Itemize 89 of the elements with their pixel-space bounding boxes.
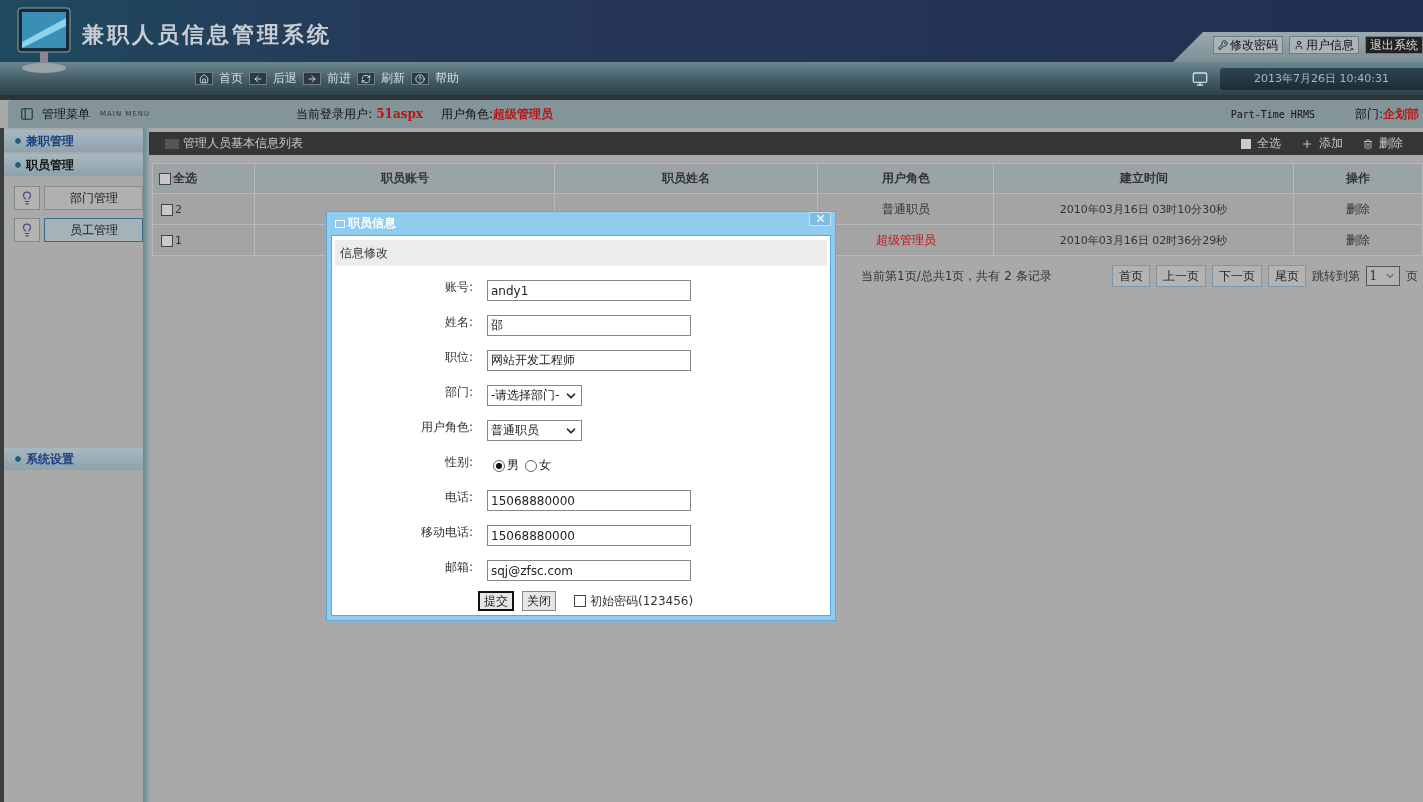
- delete-link[interactable]: 删除: [1293, 193, 1423, 225]
- header-link[interactable]: 修改密码: [1213, 36, 1283, 54]
- list-title: 管理人员基本信息列表: [183, 135, 303, 152]
- reset-password-checkbox[interactable]: 初始密码(123456): [574, 592, 694, 610]
- field-label: 用户角色:: [419, 419, 474, 436]
- nav-link[interactable]: 首页: [195, 70, 243, 87]
- column-header: 职员账号: [254, 163, 555, 194]
- page-button[interactable]: 尾页: [1267, 265, 1306, 287]
- field-label: 性别:: [443, 454, 474, 471]
- nav-link[interactable]: 前进: [303, 70, 351, 87]
- nav-link[interactable]: 帮助: [411, 70, 459, 87]
- page-select[interactable]: 1: [1365, 266, 1400, 286]
- table-cell: 1: [152, 224, 255, 256]
- nav-link[interactable]: 刷新: [357, 70, 405, 87]
- input-field[interactable]: 网站开发工程师: [487, 350, 691, 371]
- submit-button[interactable]: 提交: [478, 591, 514, 611]
- input-field[interactable]: andy1: [487, 280, 691, 301]
- toolbar-action[interactable]: 全选: [1241, 135, 1281, 152]
- trash-icon: [1363, 138, 1373, 149]
- field-label: 姓名:: [443, 314, 474, 331]
- header-link[interactable]: 退出系统: [1365, 36, 1423, 54]
- column-header: 用户角色: [817, 163, 994, 194]
- jump-label: 跳转到第: [1311, 267, 1360, 285]
- toolbar-action[interactable]: 删除: [1363, 135, 1403, 152]
- field-label: 职位:: [443, 349, 474, 366]
- refresh-icon: [357, 72, 375, 85]
- input-field[interactable]: 15068880000: [487, 490, 691, 511]
- field-label: 邮箱:: [443, 559, 474, 576]
- page-info: 当前第1页/总共1页，共有 2 条记录: [861, 267, 1052, 285]
- key-icon: [1218, 40, 1228, 50]
- role-name: 超级管理员: [493, 105, 554, 123]
- help-icon: [411, 72, 429, 85]
- user-icon: [1294, 40, 1304, 50]
- system-name: Part-Time HRMS: [1230, 108, 1315, 120]
- radio-option[interactable]: 女: [519, 457, 551, 474]
- table-cell: 2010年03月16日 03时10分30秒: [993, 193, 1294, 225]
- close-button[interactable]: [809, 211, 831, 226]
- page-suffix: 页: [1405, 267, 1418, 285]
- plus-icon: [1301, 137, 1313, 150]
- input-field[interactable]: sqj@zfsc.com: [487, 560, 691, 581]
- close-icon: [814, 213, 826, 224]
- nav-link[interactable]: 后退: [249, 70, 297, 87]
- select-all-header[interactable]: 全选: [152, 163, 255, 194]
- page-button[interactable]: 首页: [1111, 265, 1150, 287]
- dept-label: 部门:: [1354, 105, 1383, 123]
- datetime: 2013年7月26日 10:40:31: [1220, 67, 1423, 90]
- toolbar-action[interactable]: 添加: [1301, 135, 1343, 152]
- column-header: 职员姓名: [554, 163, 818, 194]
- input-field[interactable]: 邵: [487, 315, 691, 336]
- select-field[interactable]: 普通职员: [487, 420, 582, 441]
- user-name: 51aspx: [376, 107, 423, 121]
- bulb-icon: [14, 186, 40, 210]
- sidebar-item[interactable]: 部门管理: [44, 186, 143, 210]
- header-link[interactable]: 用户信息: [1289, 36, 1359, 54]
- role-label: 用户角色:: [441, 105, 494, 123]
- list-icon: [165, 138, 179, 149]
- page-button[interactable]: 上一页: [1155, 265, 1206, 287]
- section-title: 信息修改: [335, 240, 827, 266]
- window-icon: [335, 219, 345, 228]
- sidebar-section[interactable]: 兼职管理: [4, 130, 143, 152]
- sidebar-section[interactable]: 职员管理: [4, 154, 143, 176]
- app-title: 兼职人员信息管理系统: [82, 21, 332, 49]
- dialog-title: 职员信息: [348, 215, 396, 232]
- forward-icon: [303, 72, 321, 85]
- table-cell: 2: [152, 193, 255, 225]
- back-icon: [249, 72, 267, 85]
- square-icon: [1241, 138, 1251, 149]
- monitor-icon: [1192, 70, 1208, 87]
- column-header: 操作: [1293, 163, 1423, 194]
- table-cell: 2010年03月16日 02时36分29秒: [993, 224, 1294, 256]
- sidebar-item[interactable]: 员工管理: [44, 218, 143, 242]
- menu-title: 管理菜单: [42, 105, 90, 123]
- field-label: 账号:: [443, 279, 474, 296]
- column-header: 建立时间: [993, 163, 1294, 194]
- delete-link[interactable]: 删除: [1293, 224, 1423, 256]
- bulb-icon: [14, 218, 40, 242]
- sidebar-section[interactable]: 系统设置: [4, 448, 143, 470]
- panel-icon: [20, 107, 34, 121]
- radio-option[interactable]: 男: [487, 457, 519, 474]
- close-dialog-button[interactable]: 关闭: [522, 591, 556, 611]
- field-label: 部门:: [443, 384, 474, 401]
- user-label: 当前登录用户:: [296, 105, 373, 123]
- home-icon: [195, 72, 213, 85]
- select-field[interactable]: -请选择部门-: [487, 385, 582, 406]
- field-label: 移动电话:: [419, 524, 474, 541]
- input-field[interactable]: 15068880000: [487, 525, 691, 546]
- dept-name: 企划部: [1383, 105, 1419, 123]
- field-label: 电话:: [443, 489, 474, 506]
- page-button[interactable]: 下一页: [1211, 265, 1262, 287]
